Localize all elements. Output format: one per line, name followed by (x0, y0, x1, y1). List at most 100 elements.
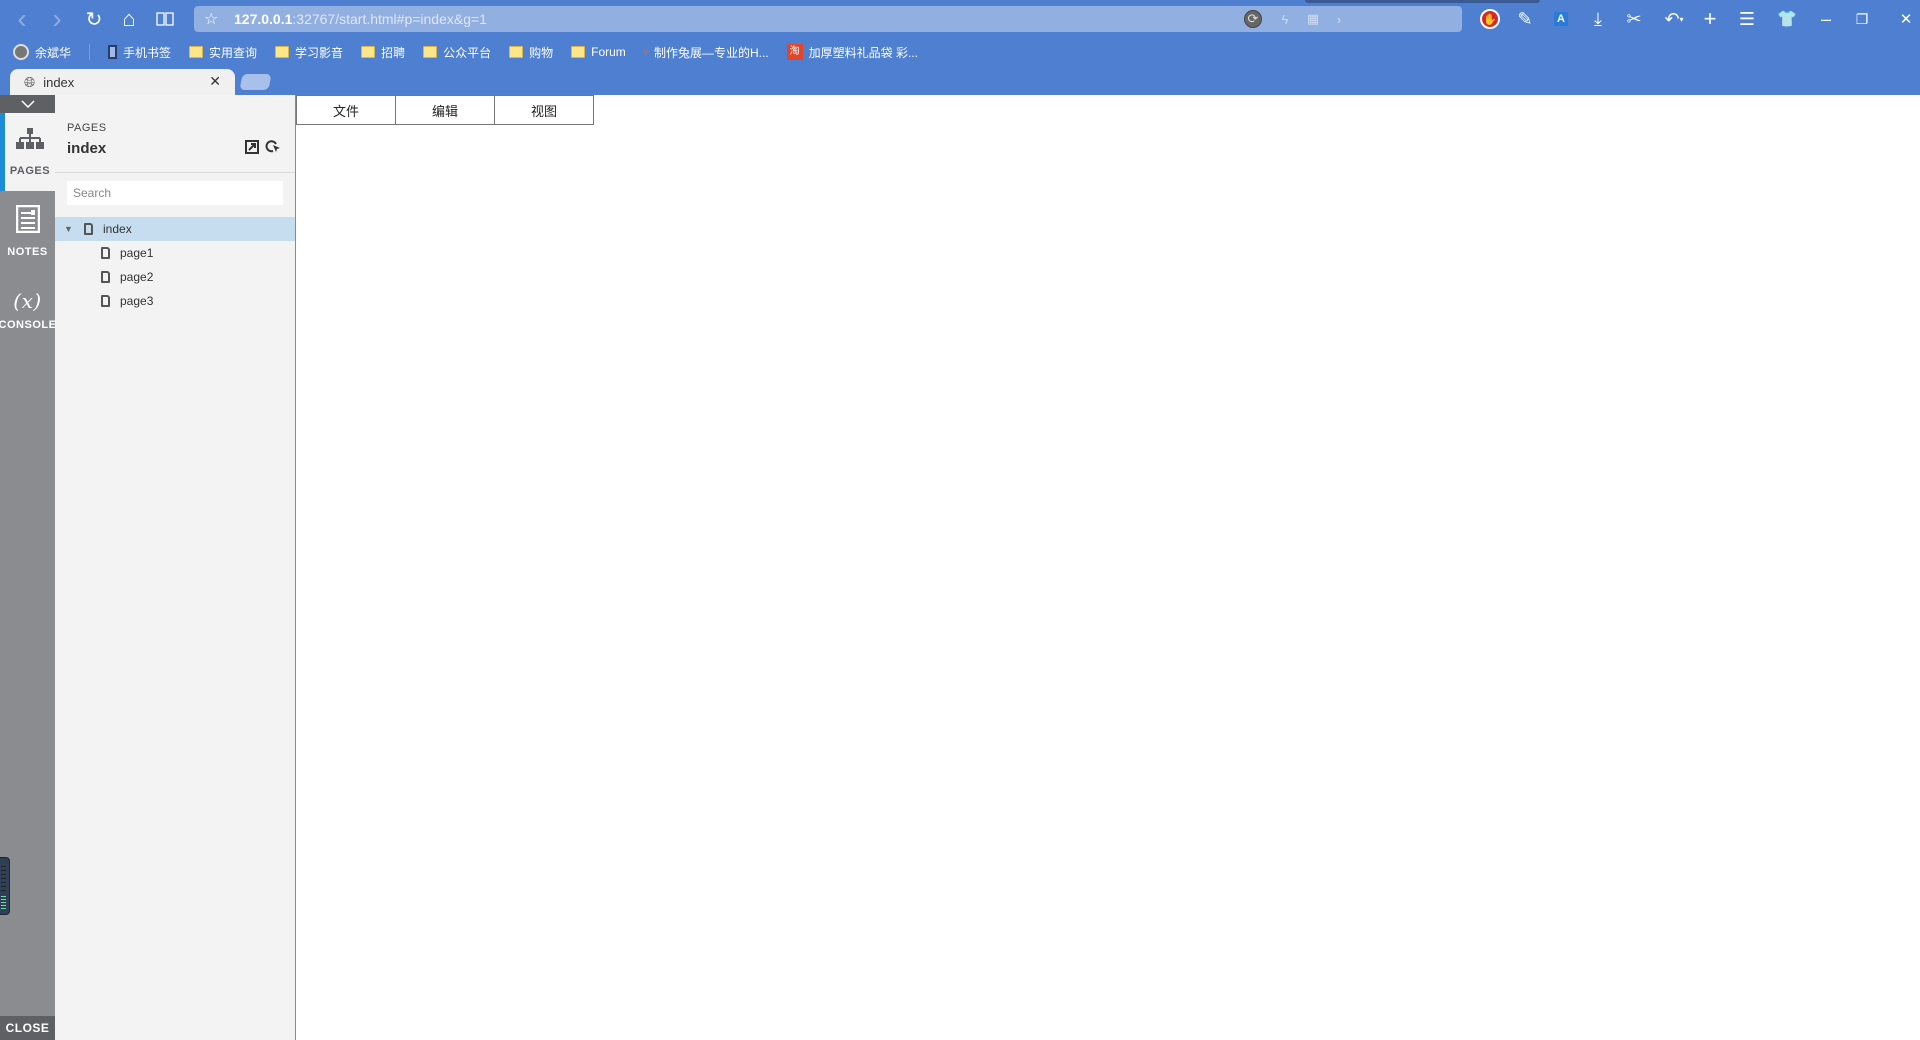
sync-icon[interactable]: ⟳ (1244, 10, 1262, 28)
rabbit-icon: ᵞ (643, 44, 648, 60)
home-button[interactable]: ⌂ (116, 6, 142, 32)
qr-code-icon[interactable]: ▦ (1304, 10, 1322, 28)
sidebar-rail: PAGES NOTES (x) CONSOLE CLOSE (0, 95, 57, 1040)
overlay-shadow (1305, 0, 1540, 3)
chevron-down-icon (20, 97, 35, 111)
back-icon: ‹ (17, 3, 27, 34)
tree-item-label: page1 (120, 246, 154, 260)
bookmark-item[interactable]: 余斌华 (13, 44, 71, 61)
notes-icon (15, 204, 40, 240)
pages-panel: PAGES index ▼ index page1 page2 page3 (55, 95, 296, 1040)
close-icon: ✕ (1899, 11, 1913, 28)
restore-button[interactable]: ❐ (1849, 6, 1875, 32)
taobao-icon: 淘 (786, 44, 803, 60)
bookmark-label: 学习影音 (295, 45, 344, 60)
book-icon (156, 12, 174, 26)
rail-tab-console[interactable]: (x) CONSOLE (0, 271, 57, 349)
adblock-icon[interactable]: ✋ (1480, 9, 1500, 29)
rail-tab-notes[interactable]: NOTES (0, 192, 55, 270)
open-in-new-icon[interactable] (245, 140, 259, 157)
scissors-icon[interactable]: ✂ (1621, 6, 1647, 32)
minimize-icon: – (1820, 8, 1831, 29)
bookmark-folder[interactable]: 招聘 (361, 44, 405, 61)
bookmark-label: 公众平台 (443, 45, 492, 60)
chevron-right-icon[interactable]: › (1330, 10, 1348, 28)
forward-icon: › (52, 3, 62, 34)
new-tab-button[interactable] (239, 74, 272, 90)
folder-icon (275, 46, 290, 58)
bookmark-folder[interactable]: 购物 (509, 44, 553, 61)
bookmark-label: 招聘 (381, 45, 406, 60)
back-button[interactable]: ‹ (9, 3, 35, 34)
phone-icon (108, 45, 118, 59)
skin-shirt-icon[interactable]: 👕 (1774, 6, 1800, 32)
folder-icon (361, 46, 376, 58)
folder-icon (571, 46, 586, 58)
rail-tab-label: PAGES (9, 164, 51, 177)
bookmark-label: 购物 (529, 45, 554, 60)
bookmark-item[interactable]: 手机书签 (108, 44, 171, 61)
bookmark-item[interactable]: ᵞ 制作兔展—专业的H... (644, 44, 769, 61)
section-label: PAGES (67, 122, 107, 134)
rail-tab-label: CONSOLE (0, 319, 57, 331)
rail-tab-pages[interactable]: PAGES (0, 113, 55, 191)
bookmark-label: 实用查询 (209, 45, 258, 60)
pages-search-input[interactable] (67, 181, 283, 205)
reload-icon: ↻ (85, 8, 103, 31)
bookmark-folder[interactable]: 学习影音 (275, 44, 343, 61)
folder-icon (509, 46, 524, 58)
menu-icon[interactable]: ☰ (1734, 6, 1760, 32)
reader-button[interactable] (152, 6, 178, 32)
page-icon (101, 271, 110, 283)
current-page-title: index (67, 140, 107, 157)
forward-button[interactable]: › (44, 3, 70, 34)
menu-file[interactable]: 文件 (296, 95, 396, 125)
tree-item-page1[interactable]: page1 (55, 241, 295, 265)
address-bar[interactable]: ☆ 127.0.0.1:32767/start.html#p=index&g=1… (194, 6, 1462, 32)
bookmark-label: 制作兔展—专业的H... (653, 45, 769, 60)
undo-icon[interactable]: ↶ ▾ (1657, 6, 1691, 32)
close-sidebar-button[interactable]: CLOSE (0, 1016, 55, 1040)
tree-item-page2[interactable]: page2 (55, 265, 295, 289)
bookmark-label: Forum (591, 45, 626, 59)
bookmark-label: 余斌华 (35, 45, 72, 60)
page-icon (101, 247, 110, 259)
page-icon (101, 295, 110, 307)
bookmark-folder[interactable]: 公众平台 (423, 44, 491, 61)
volume-meter-widget[interactable] (0, 857, 10, 915)
tree-item-index[interactable]: ▼ index (55, 217, 295, 241)
url-text[interactable]: 127.0.0.1:32767/start.html#p=index&g=1 (234, 11, 487, 27)
bookmark-folder[interactable]: Forum (571, 45, 626, 59)
restore-icon: ❐ (1855, 10, 1869, 27)
reload-button[interactable]: ↻ (81, 6, 107, 32)
bookmark-star-icon[interactable]: ☆ (204, 9, 218, 29)
tab-close-icon[interactable]: ✕ (209, 73, 221, 90)
sitemap-icon (16, 127, 44, 159)
bookmark-label: 手机书签 (123, 45, 172, 60)
window-close-button[interactable]: ✕ (1893, 6, 1919, 32)
eyedropper-icon[interactable]: ✎ (1512, 6, 1538, 32)
bookmark-folder[interactable]: 实用查询 (189, 44, 257, 61)
expand-triangle-icon[interactable]: ▼ (64, 224, 73, 234)
menu-view[interactable]: 视图 (494, 95, 594, 125)
translate-icon[interactable]: A (1548, 6, 1574, 32)
tree-item-label: page3 (120, 294, 154, 308)
bookmark-divider (89, 44, 91, 60)
minimize-button[interactable]: – (1813, 6, 1839, 32)
tree-item-page3[interactable]: page3 (55, 289, 295, 313)
download-icon[interactable]: ⤓ (1585, 6, 1611, 32)
globe-icon: 🌐︎ (24, 73, 36, 90)
lightning-icon[interactable]: ϟ (1276, 10, 1294, 28)
browser-chrome: ‹ › ↻ ⌂ ☆ 127.0.0.1:32767/start.html#p=i… (0, 0, 1920, 95)
hotspot-cursor-icon[interactable] (265, 140, 281, 157)
bookmark-label: 加厚塑料礼品袋 彩... (808, 45, 918, 60)
tree-item-label: page2 (120, 270, 154, 284)
folder-icon (423, 46, 438, 58)
bookmark-item[interactable]: 淘加厚塑料礼品袋 彩... (786, 44, 918, 61)
tab-title: index (43, 74, 75, 90)
new-tab-plus-icon[interactable]: + (1697, 6, 1723, 32)
home-icon: ⌂ (122, 6, 136, 31)
menu-edit[interactable]: 编辑 (395, 95, 495, 125)
collapse-button[interactable] (0, 95, 55, 113)
browser-tab[interactable]: 🌐︎ index ✕ (10, 69, 235, 95)
